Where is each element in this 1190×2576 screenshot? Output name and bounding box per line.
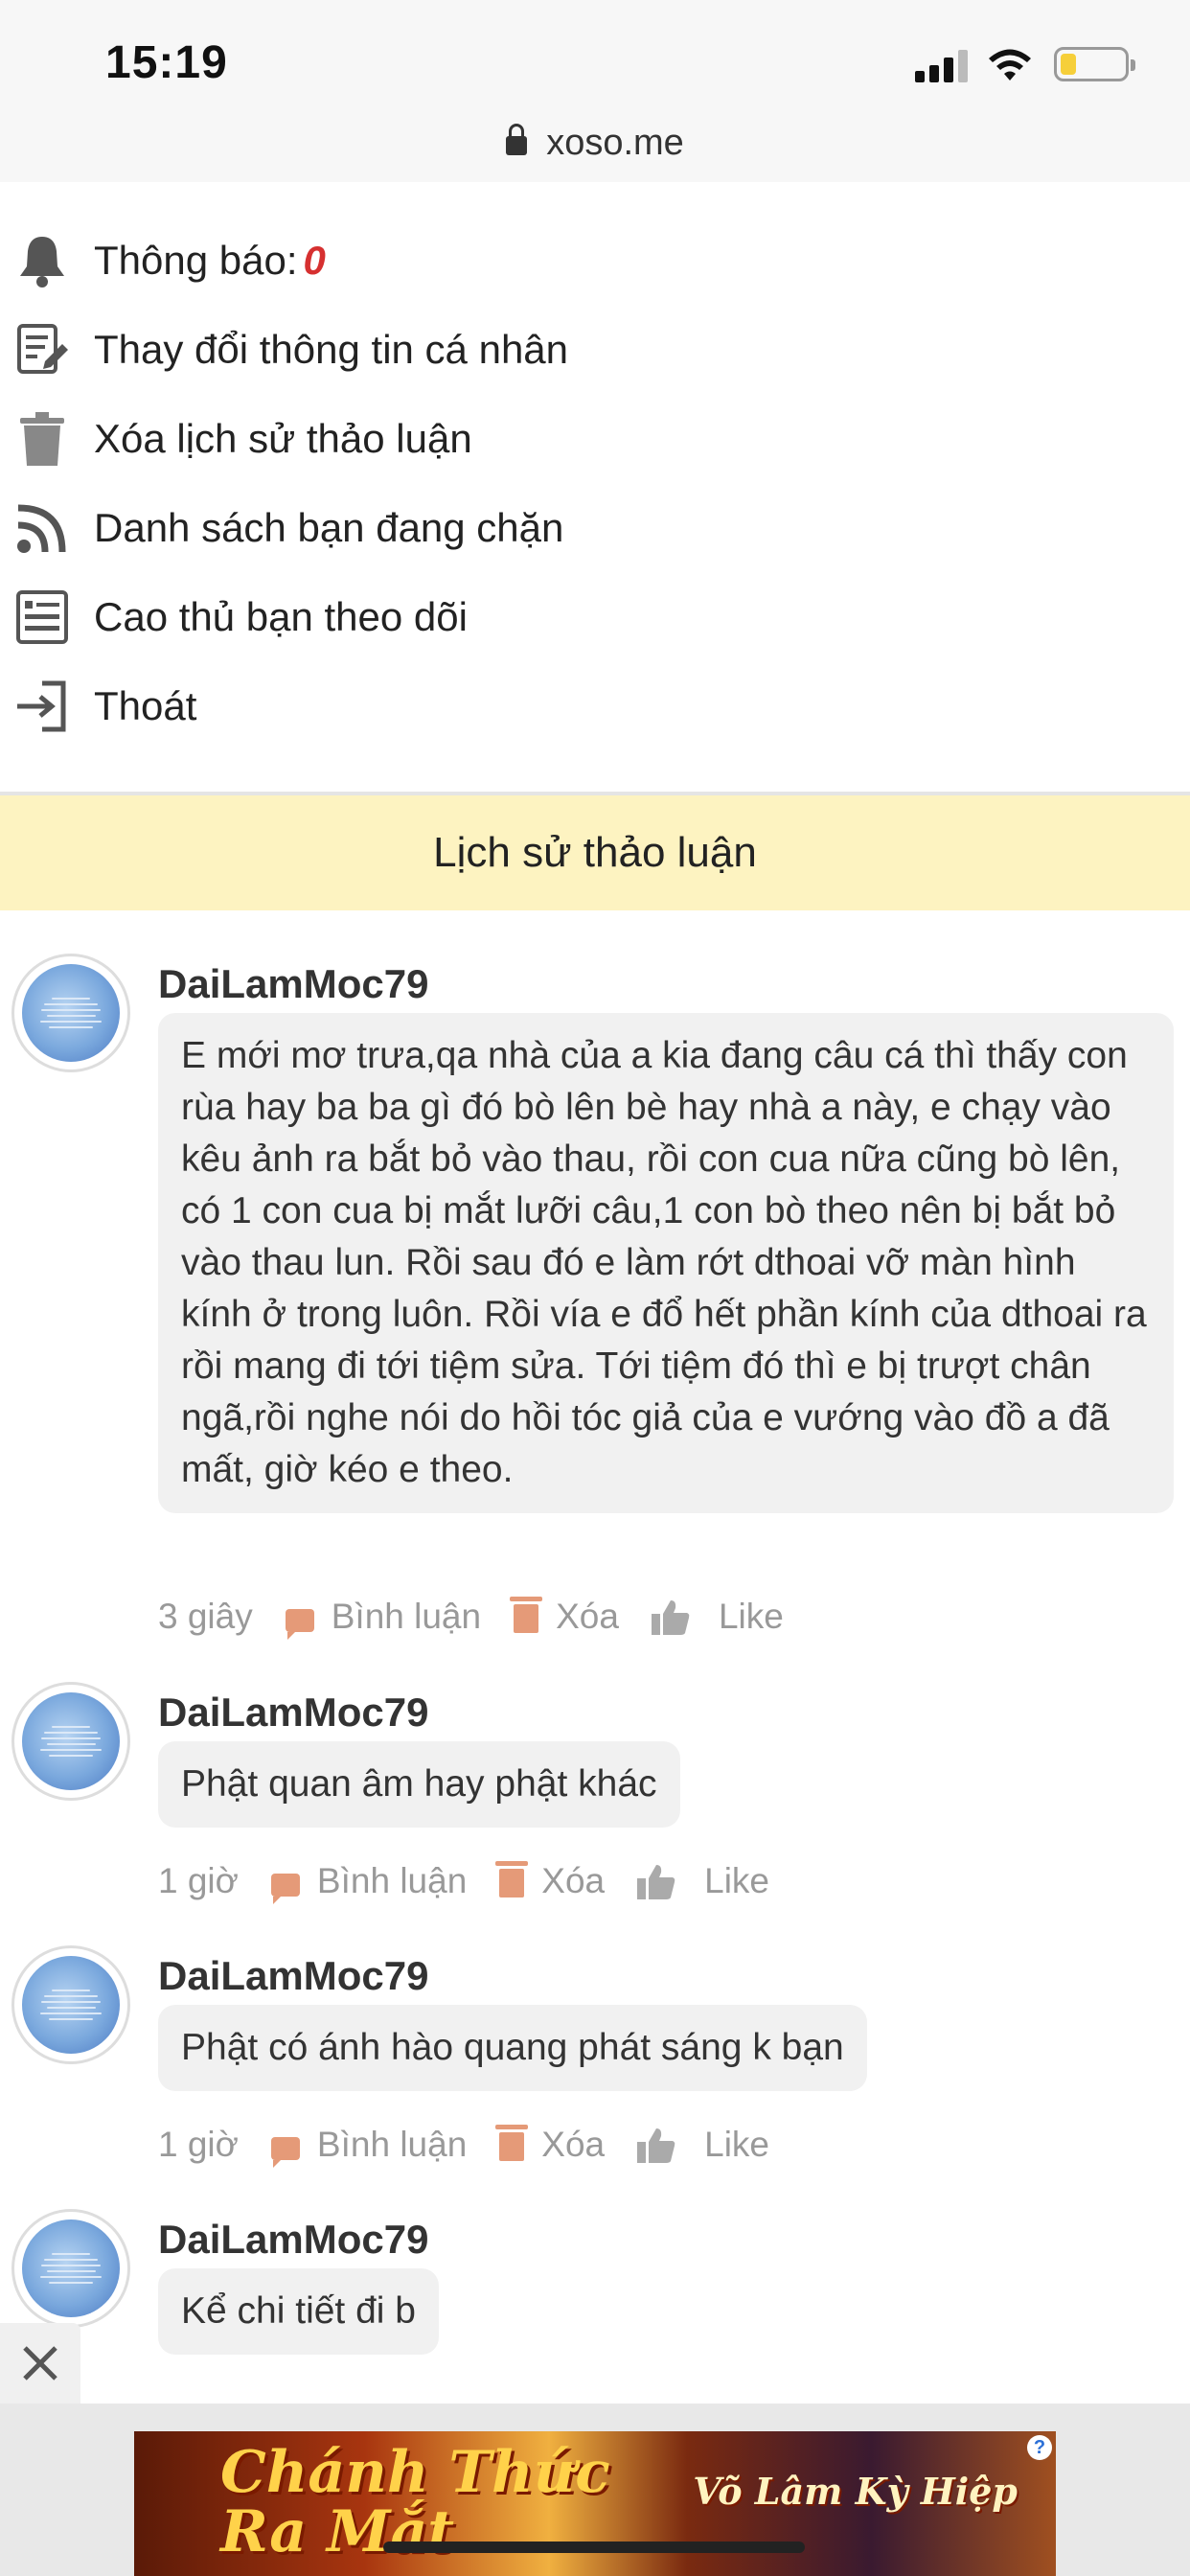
status-bar: 15:19 xoso.me (0, 0, 1190, 182)
ad-banner[interactable]: Chánh Thức Ra Mắt Võ Lâm Kỳ Hiệp ? (134, 2431, 1056, 2576)
comment-username[interactable]: DaiLamMoc79 (158, 2217, 428, 2263)
avatar[interactable] (11, 954, 130, 1072)
ad-brand-logo: Võ Lâm Kỳ Hiệp (693, 2470, 1018, 2513)
reply-label: Bình luận (331, 1597, 482, 1636)
reply-label: Bình luận (316, 2125, 468, 2164)
like-button[interactable]: Like (651, 1597, 784, 1637)
delete-button[interactable]: Xóa (495, 2125, 606, 2165)
menu-label-following: Cao thủ bạn theo dõi (94, 593, 468, 639)
comment-actions: 1 giờ Bình luận Xóa Like (158, 1861, 802, 1904)
thumbs-up-icon (637, 2128, 675, 2163)
comment-time: 1 giờ (158, 2125, 239, 2164)
comment-icon (285, 1609, 314, 1640)
like-label: Like (704, 2125, 770, 2164)
comment-username[interactable]: DaiLamMoc79 (158, 1690, 428, 1736)
comment-icon (270, 1874, 300, 1904)
like-label: Like (704, 1861, 770, 1900)
bell-icon (15, 234, 69, 288)
trash-icon (495, 1861, 529, 1898)
lock-icon (506, 124, 528, 155)
reply-label: Bình luận (316, 1861, 468, 1900)
trash-icon (510, 1597, 543, 1633)
reply-button[interactable]: Bình luận (285, 1597, 482, 1640)
menu-item-clear-history[interactable]: Xóa lịch sử thảo luận (0, 394, 1190, 483)
signal-icon (915, 50, 969, 82)
menu-item-following[interactable]: Cao thủ bạn theo dõi (0, 572, 1190, 661)
section-title: Lịch sử thảo luận (0, 795, 1190, 910)
like-button[interactable]: Like (637, 1861, 769, 1901)
avatar[interactable] (11, 1682, 130, 1801)
menu-label-clear-history: Xóa lịch sử thảo luận (94, 415, 472, 461)
delete-label: Xóa (541, 1861, 606, 1900)
ad-help-icon[interactable]: ? (1027, 2435, 1052, 2460)
delete-button[interactable]: Xóa (495, 1861, 606, 1901)
trash-icon (495, 2125, 529, 2161)
comment-username[interactable]: DaiLamMoc79 (158, 961, 428, 1007)
menu-item-logout[interactable]: Thoát (0, 661, 1190, 750)
account-menu: Thông báo: 0 Thay đổi thông tin cá nhân X… (0, 216, 1190, 750)
status-time: 15:19 (105, 37, 228, 88)
comment-time: 3 giây (158, 1597, 253, 1636)
delete-label: Xóa (556, 1597, 619, 1636)
like-label: Like (718, 1597, 784, 1636)
comment-text: Phật quan âm hay phật khác (158, 1741, 680, 1828)
edit-document-icon (15, 323, 69, 377)
comment-text: Kể chi tiết đi b (158, 2268, 439, 2355)
url-text: xoso.me (546, 123, 684, 163)
menu-label-logout: Thoát (94, 682, 197, 728)
ad-close-button[interactable] (0, 2323, 80, 2404)
comment-time: 1 giờ (158, 1861, 239, 1900)
ad-title-line1: Chánh Thức (220, 2439, 610, 2506)
list-icon (15, 589, 69, 644)
close-icon (23, 2346, 57, 2380)
wifi-icon (989, 49, 1031, 80)
menu-item-notifications[interactable]: Thông báo: 0 (0, 216, 1190, 305)
home-indicator[interactable] (383, 2542, 805, 2553)
menu-label-edit-profile: Thay đổi thông tin cá nhân (94, 326, 569, 372)
trash-icon (15, 411, 69, 466)
thumbs-up-icon (637, 1865, 675, 1899)
notifications-label: Thông báo: (94, 237, 298, 283)
menu-label-blocked-list: Danh sách bạn đang chặn (94, 504, 564, 550)
url-bar[interactable]: xoso.me (0, 123, 1190, 164)
reply-button[interactable]: Bình luận (270, 1861, 468, 1904)
comment-actions: 3 giây Bình luận Xóa Like (158, 1597, 816, 1640)
comment-text: E mới mơ trưa,qa nhà của a kia đang câu … (158, 1013, 1174, 1513)
notifications-count: 0 (303, 237, 326, 283)
avatar[interactable] (11, 2209, 130, 2328)
logout-icon (15, 679, 69, 733)
like-button[interactable]: Like (637, 2125, 769, 2165)
menu-item-blocked-list[interactable]: Danh sách bạn đang chặn (0, 483, 1190, 572)
thumbs-up-icon (651, 1600, 690, 1635)
delete-button[interactable]: Xóa (510, 1597, 619, 1637)
avatar[interactable] (11, 1945, 130, 2064)
reply-button[interactable]: Bình luận (270, 2125, 468, 2168)
rss-icon (15, 501, 69, 555)
comment-text: Phật có ánh hào quang phát sáng k bạn (158, 2005, 867, 2091)
battery-icon (1054, 47, 1135, 81)
comment-actions: 1 giờ Bình luận Xóa Like (158, 2125, 802, 2168)
menu-item-edit-profile[interactable]: Thay đổi thông tin cá nhân (0, 305, 1190, 394)
delete-label: Xóa (541, 2125, 606, 2164)
comment-username[interactable]: DaiLamMoc79 (158, 1953, 428, 1999)
comment-icon (270, 2137, 300, 2168)
